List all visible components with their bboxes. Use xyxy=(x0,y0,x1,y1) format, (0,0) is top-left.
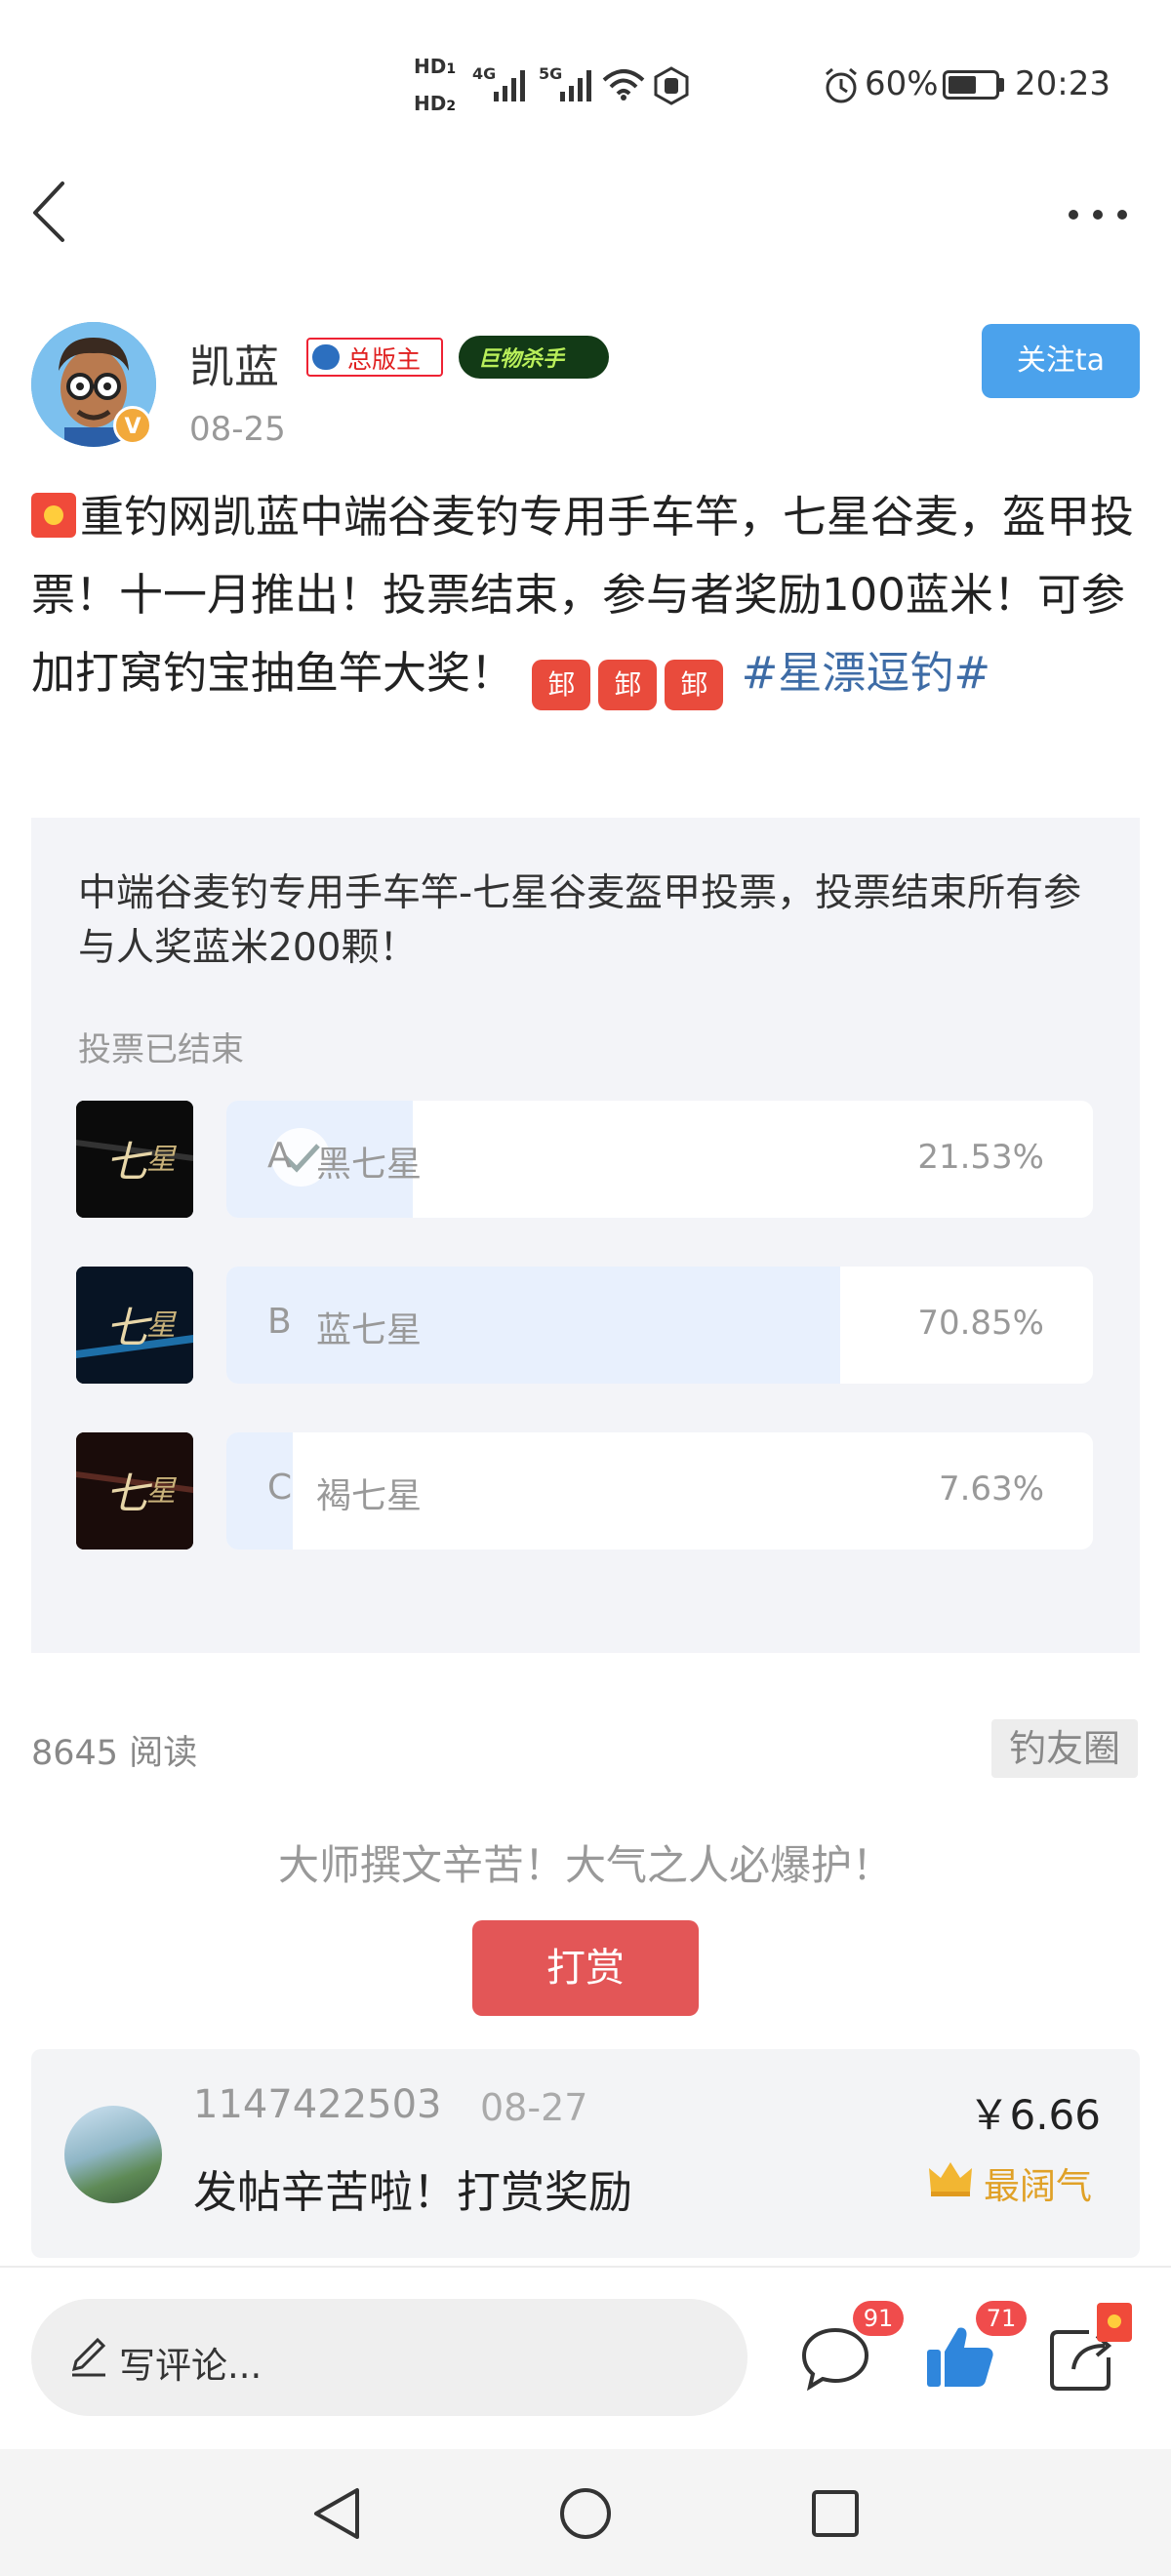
hd1-sub: 1 xyxy=(446,61,457,77)
vote-title: 中端谷麦钓专用手车竿-七星谷麦盔甲投票，投票结束所有参与人奖蓝米200颗！ xyxy=(78,871,1082,970)
option-c-bar[interactable]: C 褐七星 7.63% xyxy=(226,1432,1093,1550)
rod-image-icon: 七 星 xyxy=(76,1101,193,1218)
hd2-sub: 2 xyxy=(446,99,457,114)
hd1-label: HD xyxy=(414,55,447,78)
svg-text:星: 星 xyxy=(146,1143,178,1177)
battery-icon xyxy=(943,70,999,100)
crown-icon xyxy=(929,2162,972,2196)
giant-killer-badge-label: 巨物杀手 xyxy=(478,347,565,372)
hd2-label: HD xyxy=(414,92,447,115)
vote-status: 投票已结束 xyxy=(78,1030,244,1069)
clock: 20:23 xyxy=(1015,64,1110,103)
verified-badge-icon: V xyxy=(113,406,152,445)
red-envelope-icon xyxy=(1097,2303,1132,2342)
option-a-thumbnail: 七 星 xyxy=(76,1101,193,1218)
post-content: 重钓网凯蓝中端谷麦钓专用手车竿，七星谷麦，盔甲投票！十一月推出！投票结束，参与者… xyxy=(31,478,1144,712)
svg-text:七: 七 xyxy=(105,1138,152,1187)
signal-icon xyxy=(494,70,525,101)
battery-percent: 60% xyxy=(865,64,939,103)
back-icon[interactable] xyxy=(25,178,74,246)
hand-icon xyxy=(654,66,689,105)
option-a-name: 黑七星 xyxy=(316,1145,423,1185)
reward-slogan: 大师撰文辛苦！大气之人必爆护！ xyxy=(277,1841,893,1889)
moderator-badge: 总版主 xyxy=(306,338,443,377)
option-c-letter: C xyxy=(267,1468,293,1508)
system-navigation-bar xyxy=(0,2449,1171,2576)
comment-input[interactable]: 写评论... xyxy=(31,2299,747,2416)
reward-button[interactable]: 打赏 xyxy=(472,1920,699,2016)
comment-count-badge: 91 xyxy=(853,2301,904,2336)
option-a-bar[interactable]: A 黑七星 21.53% xyxy=(226,1101,1093,1218)
svg-text:七: 七 xyxy=(105,1469,152,1519)
battery-tip xyxy=(999,78,1004,92)
option-a-letter: A xyxy=(267,1136,292,1176)
reward-message: 发帖辛苦啦！打赏奖励 xyxy=(193,2166,633,2218)
hd1-indicator: HD1 xyxy=(414,55,456,78)
emoji-tag-icon-3: 䣃 xyxy=(665,660,724,710)
bottom-bar-divider xyxy=(0,2266,1171,2268)
option-c-name: 褐七星 xyxy=(316,1476,423,1516)
rewarder-avatar[interactable] xyxy=(64,2106,162,2203)
nav-recents-icon[interactable] xyxy=(810,2488,861,2539)
comment-placeholder: 写评论... xyxy=(119,2345,262,2387)
emoji-tag-icon-2: 䣃 xyxy=(598,660,658,710)
more-options-icon[interactable] xyxy=(1064,200,1132,229)
hd2-indicator: HD2 xyxy=(414,92,456,115)
reward-record: 1147422503 08-27 发帖辛苦啦！打赏奖励 ￥6.66 最阔气 xyxy=(31,2049,1140,2258)
giant-killer-badge: 巨物杀手 xyxy=(459,336,609,379)
read-count: 8645 阅读 xyxy=(31,1734,198,1773)
reward-amount: ￥6.66 xyxy=(968,2091,1101,2139)
signal-icon-2 xyxy=(560,70,591,101)
moderator-badge-label: 总版主 xyxy=(347,345,422,374)
post-date: 08-25 xyxy=(189,410,286,449)
rod-image-icon-3: 七 星 xyxy=(76,1432,193,1550)
option-b-letter: B xyxy=(267,1302,292,1342)
author-name[interactable]: 凯蓝 xyxy=(189,332,279,396)
alarm-icon xyxy=(826,67,857,103)
circle-tag[interactable]: 钓友圈 xyxy=(991,1719,1138,1778)
option-b-thumbnail: 七 星 xyxy=(76,1267,193,1384)
status-bar: HD1 HD2 4G 5G 60% 20:23 xyxy=(0,0,1171,166)
pen-icon xyxy=(71,2337,106,2377)
wifi-icon xyxy=(602,69,645,101)
option-c-thumbnail: 七 星 xyxy=(76,1432,193,1550)
svg-text:星: 星 xyxy=(146,1308,178,1343)
nav-back-icon[interactable] xyxy=(310,2486,363,2541)
moderator-badge-icon xyxy=(312,344,340,370)
hashtag-link[interactable]: #星漂逗钓# xyxy=(742,647,990,699)
option-b-percent: 70.85% xyxy=(917,1304,1044,1343)
svg-text:七: 七 xyxy=(105,1304,152,1353)
rewarder-name[interactable]: 1147422503 xyxy=(193,2082,442,2127)
reward-date: 08-27 xyxy=(480,2086,588,2129)
top-rewarder-tag: 最阔气 xyxy=(984,2165,1092,2207)
nav-home-icon[interactable] xyxy=(558,2486,613,2541)
option-a-percent: 21.53% xyxy=(917,1138,1044,1177)
svg-text:星: 星 xyxy=(146,1474,178,1509)
red-envelope-emoji-icon xyxy=(31,493,76,538)
follow-button[interactable]: 关注ta xyxy=(982,324,1140,398)
like-count-badge: 71 xyxy=(976,2301,1027,2336)
option-b-name: 蓝七星 xyxy=(316,1310,423,1350)
option-c-percent: 7.63% xyxy=(938,1469,1044,1509)
rod-image-icon-2: 七 星 xyxy=(76,1267,193,1384)
option-b-bar[interactable]: B 蓝七星 70.85% xyxy=(226,1267,1093,1384)
emoji-tag-icon: 䣃 xyxy=(532,660,591,710)
vote-card: 中端谷麦钓专用手车竿-七星谷麦盔甲投票，投票结束所有参与人奖蓝米200颗！ 投票… xyxy=(31,818,1140,1653)
